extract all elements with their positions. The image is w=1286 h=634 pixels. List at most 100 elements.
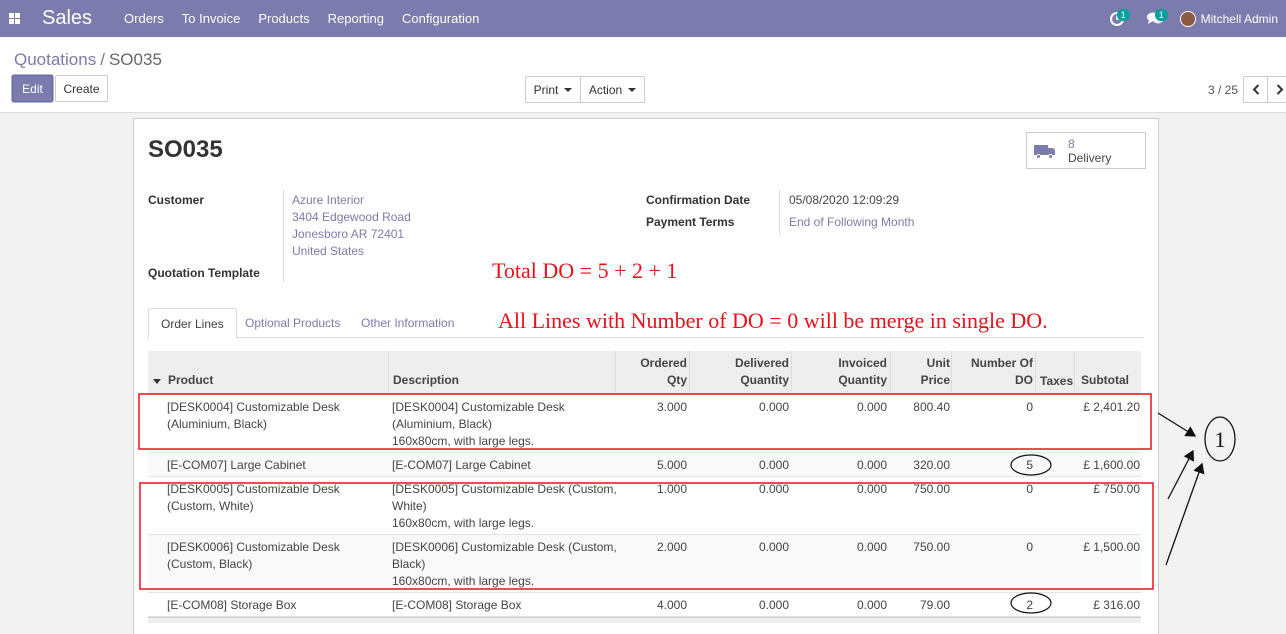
line-subtotal: £ 750.00: [1093, 482, 1140, 496]
record-title: SO035: [148, 136, 223, 163]
col-ordered-qty[interactable]: Ordered Qty: [618, 355, 687, 389]
line-number-of-do: 5: [1026, 458, 1033, 472]
line-subtotal: £ 1,600.00: [1083, 458, 1140, 472]
line-invoiced-qty: 0.000: [856, 482, 887, 496]
line-ordered-qty: 2.000: [656, 540, 687, 554]
tab-optional-products[interactable]: Optional Products: [233, 308, 352, 338]
field-divider: [779, 190, 780, 235]
messaging-badge: 1: [1154, 8, 1168, 21]
confirmation-date-value: 05/08/2020 12:09:29: [789, 193, 900, 207]
customer-country[interactable]: United States: [292, 244, 364, 258]
notebook-tabs: Order Lines Optional Products Other Info…: [148, 308, 1144, 339]
tab-order-lines[interactable]: Order Lines: [148, 308, 237, 339]
arrow-2: [1167, 449, 1194, 500]
col-description[interactable]: Description: [393, 372, 459, 389]
table-row[interactable]: [DESK0004] Customizable Desk (Aluminium, …: [148, 395, 1141, 453]
line-delivered-qty: 0.000: [758, 540, 789, 554]
line-invoiced-qty: 0.000: [856, 400, 887, 414]
breadcrumb-current: SO035: [108, 50, 162, 69]
customer-city[interactable]: Jonesboro AR 72401: [292, 227, 404, 241]
field-divider: [283, 190, 284, 282]
quotation-template-label: Quotation Template: [148, 266, 260, 280]
table-row[interactable]: [DESK0005] Customizable Desk (Custom, Whi…: [148, 477, 1141, 535]
line-delivered-qty: 0.000: [758, 482, 789, 496]
col-number-of-do[interactable]: Number Of DO: [954, 355, 1033, 389]
col-subtotal[interactable]: Subtotal: [1081, 372, 1129, 389]
truck-icon: [1034, 143, 1056, 159]
breadcrumb-quotations[interactable]: Quotations: [14, 50, 96, 69]
table-row[interactable]: [DESK0006] Customizable Desk (Custom, Bla…: [148, 535, 1141, 593]
line-invoiced-qty: 0.000: [856, 540, 887, 554]
breadcrumb-separator: /: [100, 50, 105, 69]
line-invoiced-qty: 0.000: [856, 598, 887, 612]
arrow-3: [1165, 462, 1205, 566]
line-description: [E-COM08] Storage Box: [392, 598, 522, 612]
customer-street[interactable]: 3404 Edgewood Road: [292, 210, 411, 224]
tab-other-information[interactable]: Other Information: [349, 308, 466, 338]
sort-caret-icon[interactable]: [153, 379, 161, 384]
pager-previous-button[interactable]: [1243, 76, 1268, 103]
menu-products[interactable]: Products: [258, 11, 309, 26]
line-ordered-qty: 3.000: [656, 400, 687, 414]
control-panel: Quotations / SO035 Edit Create Print Actio…: [0, 37, 1286, 113]
table-row[interactable]: [E-COM07] Large Cabinet [E-COM07] Large …: [148, 453, 1141, 477]
menu-to-invoice[interactable]: To Invoice: [182, 11, 241, 26]
line-delivered-qty: 0.000: [758, 598, 789, 612]
menu-configuration[interactable]: Configuration: [402, 11, 479, 26]
edit-button[interactable]: Edit: [12, 75, 53, 102]
col-unit-price[interactable]: Unit Price: [893, 355, 950, 389]
line-description: [E-COM07] Large Cabinet: [392, 458, 531, 472]
line-ordered-qty: 4.000: [656, 598, 687, 612]
action-label: Action: [588, 82, 623, 97]
apps-menu-icon[interactable]: [0, 0, 28, 37]
top-navbar: Sales Orders To Invoice Products Reporti…: [0, 0, 1286, 37]
line-product: [DESK0004] Customizable Desk (Aluminium, …: [167, 400, 340, 431]
user-avatar[interactable]: [1179, 10, 1196, 27]
line-unit-price: 320.00: [913, 458, 950, 472]
line-delivered-qty: 0.000: [758, 400, 789, 414]
line-product: [E-COM08] Storage Box: [167, 598, 297, 612]
payment-terms-value[interactable]: End of Following Month: [789, 215, 914, 229]
line-invoiced-qty: 0.000: [856, 458, 887, 472]
caret-down-icon: [564, 87, 573, 92]
line-description: [DESK0004] Customizable Desk (Aluminium, …: [392, 400, 565, 448]
chevron-right-icon: [1276, 84, 1283, 95]
customer-name[interactable]: Azure Interior: [292, 193, 364, 207]
delivery-count: 8: [1068, 136, 1075, 151]
print-dropdown-button[interactable]: Print: [525, 76, 581, 103]
pager-value[interactable]: 3 / 25: [1208, 83, 1238, 97]
create-button[interactable]: Create: [55, 75, 108, 102]
line-unit-price: 750.00: [913, 540, 950, 554]
col-product[interactable]: Product: [168, 372, 213, 389]
action-dropdown-button[interactable]: Action: [580, 76, 645, 103]
confirmation-date-label: Confirmation Date: [646, 193, 751, 207]
print-label: Print: [533, 82, 559, 97]
line-subtotal: £ 2,401.20: [1083, 400, 1140, 414]
arrow-1: [1157, 412, 1197, 437]
col-delivered-qty[interactable]: Delivered Quantity: [692, 355, 789, 389]
table-header: Product Description Ordered Qty Delivered…: [148, 351, 1141, 394]
menu-orders[interactable]: Orders: [124, 11, 164, 26]
line-number-of-do: 0: [1026, 540, 1033, 554]
app-name[interactable]: Sales: [42, 7, 92, 30]
line-description: [DESK0006] Customizable Desk (Custom, Bla…: [392, 540, 617, 588]
table-row[interactable]: [E-COM08] Storage Box [E-COM08] Storage …: [148, 593, 1141, 617]
activity-clock-icon[interactable]: 1: [1104, 8, 1130, 29]
chevron-left-icon: [1252, 84, 1259, 95]
line-unit-price: 79.00: [919, 598, 950, 612]
col-taxes[interactable]: Taxes: [1040, 373, 1073, 390]
line-ordered-qty: 1.000: [656, 482, 687, 496]
col-invoiced-qty[interactable]: Invoiced Quantity: [794, 355, 887, 389]
delivery-smart-button[interactable]: 8 Delivery: [1026, 132, 1146, 169]
circle-number-one: [1204, 416, 1236, 462]
line-subtotal: £ 1,500.00: [1083, 540, 1140, 554]
line-number-of-do: 0: [1026, 482, 1033, 496]
pager-next-button[interactable]: [1267, 76, 1286, 103]
form-sheet: SO035 8 Delivery Customer Azure Interior…: [133, 118, 1159, 634]
menu-reporting[interactable]: Reporting: [328, 11, 384, 26]
user-menu[interactable]: Mitchell Admin: [1201, 12, 1278, 26]
annotation-total-do: Total DO = 5 + 2 + 1: [492, 258, 678, 283]
line-subtotal: £ 316.00: [1093, 598, 1140, 612]
messaging-comments-icon[interactable]: 1: [1142, 8, 1168, 29]
customer-label: Customer: [148, 193, 205, 207]
